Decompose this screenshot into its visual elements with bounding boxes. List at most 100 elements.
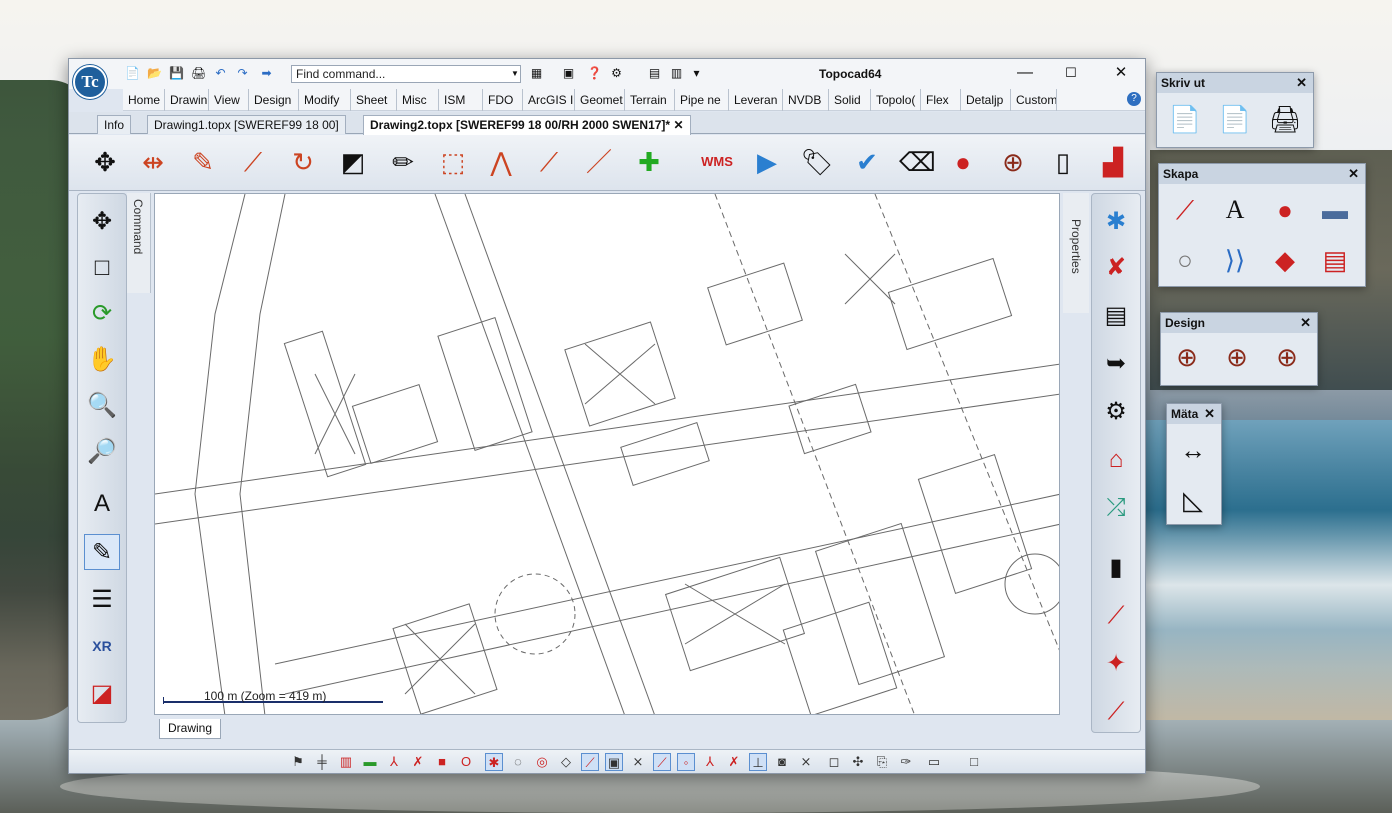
snap-endpoint-icon[interactable]: ✱ xyxy=(485,753,503,771)
menu-drawing[interactable]: Drawin xyxy=(165,89,209,111)
design-cross-icon[interactable]: ⊕ xyxy=(1217,337,1257,377)
close-icon[interactable]: ✕ xyxy=(1300,313,1311,333)
run-command-icon[interactable]: ➡ xyxy=(259,66,274,81)
customize-icon[interactable]: ▾ xyxy=(689,66,704,81)
close-icon[interactable]: ✕ xyxy=(1296,73,1307,93)
snap-diamond-icon[interactable]: ◇ xyxy=(557,753,575,771)
close-button[interactable]: ✕ xyxy=(1107,62,1135,84)
explode-icon[interactable]: ⋀ xyxy=(483,143,519,181)
menu-detaljplan[interactable]: Detaljp xyxy=(961,89,1011,111)
menu-pipe-network[interactable]: Pipe ne xyxy=(675,89,729,111)
edit-icon[interactable]: ✏ xyxy=(385,143,421,181)
layer-status-icon[interactable]: ▥ xyxy=(337,753,355,771)
print-icon[interactable]: 🖨 xyxy=(191,66,206,81)
lock-icon[interactable]: ■ xyxy=(433,753,451,771)
menu-ism[interactable]: ISM xyxy=(439,89,483,111)
pan-icon[interactable]: ✥ xyxy=(84,204,120,240)
color-status-icon[interactable]: ▬ xyxy=(361,753,379,771)
menu-nvdb[interactable]: NVDB xyxy=(783,89,829,111)
redo-icon[interactable]: ↷ xyxy=(235,66,250,81)
maximize-button[interactable]: ☐ xyxy=(1057,62,1085,84)
hand-pan-icon[interactable]: ✋ xyxy=(84,342,120,378)
menu-sheet[interactable]: Sheet xyxy=(351,89,397,111)
settings-icon[interactable]: ⚙ xyxy=(1098,394,1134,430)
snap-block-icon[interactable]: ▣ xyxy=(605,753,623,771)
drawing-tab[interactable]: Drawing xyxy=(159,719,222,739)
snap-xcross-icon[interactable]: ⨯ xyxy=(797,753,815,771)
snap-icon[interactable]: ✱ xyxy=(1098,204,1134,240)
menu-arcgis[interactable]: ArcGIS I xyxy=(523,89,575,111)
find-dropdown-icon[interactable]: ▼ xyxy=(511,66,521,82)
new-file-icon[interactable]: 📄 xyxy=(125,66,140,81)
menu-solid[interactable]: Solid xyxy=(829,89,871,111)
ortho-icon[interactable]: O xyxy=(457,753,475,771)
move-icon[interactable]: ✥ xyxy=(87,143,123,181)
options-icon[interactable]: ⚙ xyxy=(609,66,624,81)
create-point-icon[interactable]: ● xyxy=(1265,190,1305,230)
help-icon[interactable]: ❓ xyxy=(587,66,602,81)
close-icon[interactable]: ✕ xyxy=(1348,164,1359,184)
zoom-icon[interactable]: 🔍 xyxy=(84,388,120,424)
create-surface-icon[interactable]: ▬ xyxy=(1315,190,1355,230)
select-box-icon[interactable]: ⬚ xyxy=(435,143,471,181)
tools-icon[interactable]: ▤ xyxy=(647,66,662,81)
menu-flex[interactable]: Flex xyxy=(921,89,961,111)
open-folder-icon[interactable]: 📂 xyxy=(147,66,162,81)
menu-design[interactable]: Design xyxy=(249,89,299,111)
snap-quad-icon[interactable]: ◙ xyxy=(773,753,791,771)
menu-custom[interactable]: Custom xyxy=(1011,89,1057,111)
layer-icon[interactable]: ▤ xyxy=(1098,298,1134,334)
create-curve-icon[interactable]: ⟩⟩ xyxy=(1215,240,1255,280)
connect-icon[interactable]: ⟋ xyxy=(531,143,567,181)
snap-settings-icon[interactable]: ⚑ xyxy=(289,753,307,771)
line-icon[interactable]: ／ xyxy=(581,143,617,181)
display-mode-icon[interactable]: ▭ xyxy=(925,753,943,771)
pdf-export-icon[interactable]: 📄 xyxy=(1165,99,1205,139)
design-target-icon[interactable]: ⊕ xyxy=(1167,337,1207,377)
window-icon[interactable]: □ xyxy=(84,250,120,286)
snap-circle-icon[interactable]: ◎ xyxy=(533,753,551,771)
snap-point-icon[interactable]: ◦ xyxy=(677,753,695,771)
snap-move-icon[interactable]: ✣ xyxy=(849,753,867,771)
menu-terrain[interactable]: Terrain xyxy=(625,89,675,111)
edit-object-icon[interactable]: ✎ xyxy=(84,534,120,570)
minimize-button[interactable]: — xyxy=(1011,62,1039,84)
wms-icon[interactable]: WMS xyxy=(699,143,735,181)
zoom-window-icon[interactable]: 🔎 xyxy=(84,434,120,470)
create-symbol-icon[interactable]: ◆ xyxy=(1265,240,1305,280)
tab-info[interactable]: Info xyxy=(97,115,132,134)
stairs-icon[interactable]: ▟ xyxy=(1095,143,1131,181)
vertex-icon[interactable]: ⅄ xyxy=(385,753,403,771)
printer-icon[interactable]: 🖨 xyxy=(1265,99,1305,139)
topocad-logo[interactable]: Tc xyxy=(73,65,107,99)
network-icon[interactable]: ⤮ xyxy=(1098,490,1134,526)
view-icon[interactable]: ▥ xyxy=(669,66,684,81)
create-table-icon[interactable]: ▤ xyxy=(1315,240,1355,280)
list-icon[interactable]: ☰ xyxy=(84,582,120,618)
menu-misc[interactable]: Misc xyxy=(397,89,439,111)
rotate-icon[interactable]: ↻ xyxy=(285,143,321,181)
point-line-icon[interactable]: ⟋ xyxy=(1098,694,1134,730)
menu-modify[interactable]: Modify xyxy=(299,89,351,111)
tag-icon[interactable]: 🏷 xyxy=(799,143,835,181)
snap-tangent-icon[interactable]: ⅄ xyxy=(701,753,719,771)
add-point-icon[interactable]: ✚ xyxy=(631,143,667,181)
layout-icon[interactable]: ▣ xyxy=(561,66,576,81)
viewport-icon[interactable]: □ xyxy=(965,753,983,771)
create-text-icon[interactable]: A xyxy=(1215,190,1255,230)
break-icon[interactable]: ⇹ xyxy=(135,143,171,181)
house-icon[interactable]: ⌂ xyxy=(1098,442,1134,478)
grid-icon[interactable]: ╪ xyxy=(313,753,331,771)
menu-leverans[interactable]: Leveran xyxy=(729,89,783,111)
snap-feather-icon[interactable]: ✑ xyxy=(897,753,915,771)
snap-off-icon[interactable]: ✘ xyxy=(1098,250,1134,286)
snap-center-icon[interactable]: ◌ xyxy=(509,753,527,771)
pdf-print-icon[interactable]: 📄 xyxy=(1215,99,1255,139)
snap-intersect-icon[interactable]: ⨯ xyxy=(629,753,647,771)
point-icon[interactable]: ● xyxy=(945,143,981,181)
snap-perp-icon[interactable]: ⟋ xyxy=(653,753,671,771)
save-icon[interactable]: 💾 xyxy=(169,66,184,81)
create-line-icon[interactable]: ⟋ xyxy=(1165,190,1205,230)
design-edit-icon[interactable]: ⊕ xyxy=(1267,337,1307,377)
export-icon[interactable]: ➥ xyxy=(1098,346,1134,382)
